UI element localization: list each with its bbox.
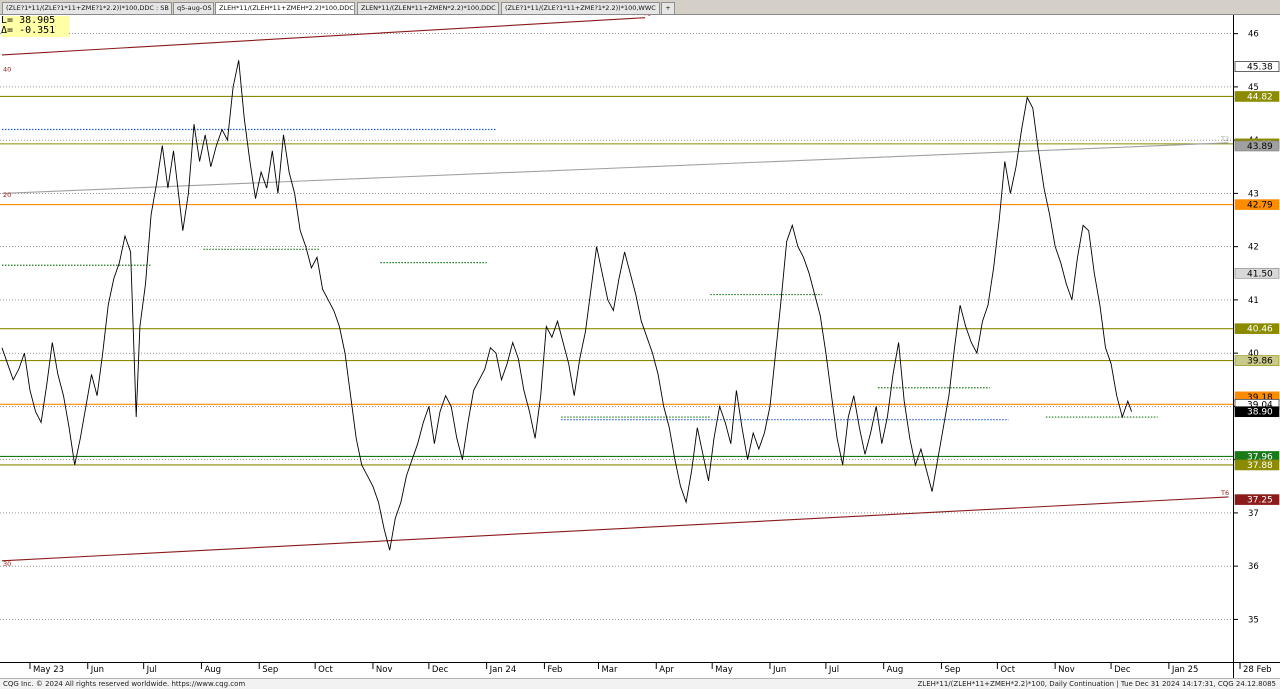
- delta-row: Δ= -0.351: [1, 26, 69, 36]
- price-label: 40.46: [1247, 325, 1273, 335]
- y-tick-label: 42: [1248, 243, 1259, 253]
- copyright-text: CQG Inc. © 2024 All rights reserved worl…: [3, 680, 246, 688]
- tab-zleh-ddc[interactable]: ZLEH*11/(ZLEH*11+ZMEH*2.2)*100,DDC: [215, 2, 355, 14]
- y-tick-label: 35: [1248, 615, 1259, 625]
- y-tick-label: 36: [1248, 562, 1259, 572]
- trend-label-T2: T2: [1220, 135, 1229, 143]
- x-tick-label: Sep: [262, 665, 278, 675]
- x-tick-label: Nov: [376, 665, 393, 675]
- tab-zle-wwc[interactable]: (ZLE?1*11/(ZLE?1*11+ZME?1*2.2))*100,WWC: [501, 2, 660, 14]
- delta-value: -0.351: [19, 25, 56, 36]
- x-tick-label: Feb: [547, 665, 562, 675]
- price-label: 37.88: [1247, 461, 1273, 471]
- edge-label: 40: [3, 65, 11, 73]
- x-tick-label: Jun: [90, 665, 104, 675]
- price-label: 39.86: [1247, 357, 1273, 367]
- x-tick-label: Jan 24: [489, 665, 517, 675]
- trend-label-T1: T1: [642, 15, 651, 18]
- price-label: 43.89: [1247, 142, 1273, 152]
- x-tick-label: Mar: [601, 665, 618, 675]
- trend-label-T6: T6: [1220, 489, 1229, 497]
- price-axis-labels: 45.3844.8243.9343.8942.7941.5040.4639.86…: [1234, 61, 1280, 506]
- x-tick-label: Sep: [944, 665, 960, 675]
- x-tick-label: Dec: [1114, 665, 1131, 675]
- cursor-readout: L= 38.905 Δ= -0.351: [1, 16, 69, 37]
- x-tick-label: Jul: [828, 665, 839, 675]
- tab-zlen-ddc[interactable]: ZLEN*11/(ZLEN*11+ZMEN*2.2)*100,DDC: [357, 2, 499, 14]
- price-label: 41.50: [1247, 269, 1273, 279]
- price-label: 45.38: [1247, 63, 1273, 73]
- x-tick-label: Oct: [1000, 665, 1015, 675]
- status-bar: CQG Inc. © 2024 All rights reserved worl…: [0, 678, 1280, 689]
- y-tick-label: 43: [1248, 189, 1259, 199]
- x-tick-label: Oct: [318, 665, 333, 675]
- x-tick-label: Jan 25: [1171, 665, 1199, 675]
- chart-info-text: ZLEH*11/(ZLEH*11+ZMEH*2.2)*100, Daily Co…: [917, 680, 1276, 688]
- y-tick-label: 37: [1248, 509, 1259, 519]
- x-tick-label: Nov: [1058, 665, 1075, 675]
- price-label: 44.82: [1247, 92, 1273, 102]
- time-axis-ticks: May 23 Jun Jul Aug Sep Oct Nov Dec Jan 24 Feb Mar A…: [33, 665, 1272, 675]
- y-tick-label: 46: [1248, 30, 1259, 40]
- tab-q5-aug-os[interactable]: q5-aug-OS: [173, 2, 214, 14]
- delta-label: Δ=: [1, 25, 14, 36]
- tab-zle-sb[interactable]: (ZLE?1*11/(ZLE?1*11+ZME?1*2.2))*100,DDC …: [2, 2, 172, 14]
- x-tick-label: Aug: [887, 665, 904, 675]
- x-tick-label: Apr: [659, 665, 674, 675]
- price-label: 42.79: [1247, 201, 1273, 211]
- price-label: 37.25: [1247, 496, 1273, 506]
- x-tick-label: May 23: [33, 665, 64, 675]
- plot-area: [0, 15, 1233, 662]
- x-tick-label: May: [715, 665, 733, 675]
- edge-label: 20: [3, 191, 11, 199]
- x-tick-label: Jul: [146, 665, 157, 675]
- x-tick-label: Aug: [204, 665, 221, 675]
- y-tick-label: 41: [1248, 296, 1259, 306]
- price-label: 38.90: [1247, 408, 1273, 418]
- x-tick-label: 28 Feb: [1243, 665, 1272, 675]
- x-tick-label: Jun: [772, 665, 786, 675]
- x-tick-label: Dec: [432, 665, 449, 675]
- edge-label: 30: [3, 560, 11, 568]
- tab-bar: (ZLE?1*11/(ZLE?1*11+ZME?1*2.2))*100,DDC …: [0, 0, 1280, 15]
- new-tab-button[interactable]: +: [661, 2, 675, 14]
- price-chart[interactable]: T1T6T2 353637383940414243444546 45.3844.…: [0, 15, 1280, 678]
